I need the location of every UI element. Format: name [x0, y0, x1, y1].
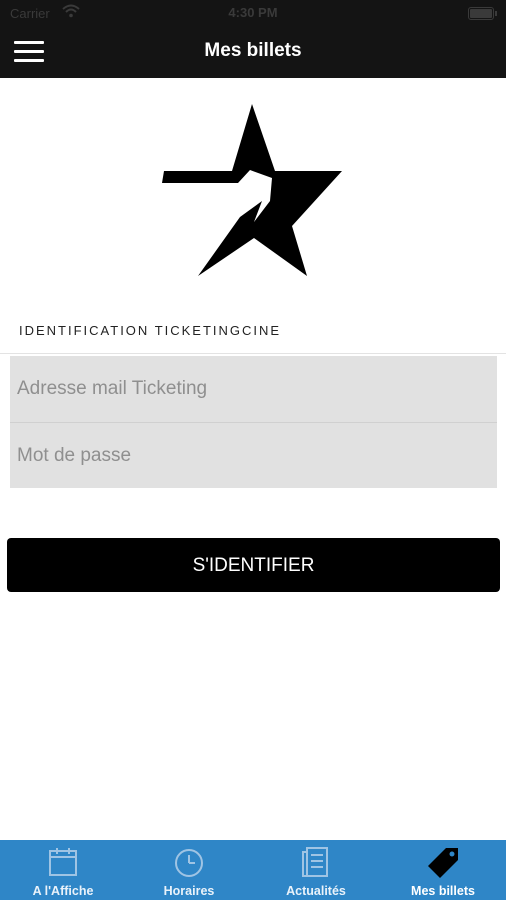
status-bar: Carrier 4:30 PM: [0, 0, 506, 26]
tab-label: A l'Affiche: [32, 884, 94, 898]
tab-mes-billets[interactable]: Mes billets: [380, 840, 506, 900]
page-title: Mes billets: [204, 40, 302, 61]
tab-horaires[interactable]: Horaires: [126, 840, 252, 900]
clock-time: 4:30 PM: [228, 5, 278, 20]
divider: [0, 353, 506, 354]
tab-a-l-affiche[interactable]: A l'Affiche: [0, 840, 126, 900]
tab-label: Mes billets: [411, 884, 475, 898]
tab-actualites[interactable]: Actualités: [253, 840, 379, 900]
email-input[interactable]: [10, 356, 497, 422]
tab-label: Actualités: [286, 884, 346, 898]
tab-label: Horaires: [163, 884, 215, 898]
cinema-star-logo: [162, 104, 342, 276]
login-button[interactable]: S'IDENTIFIER: [7, 538, 500, 592]
bottom-tab-bar: A l'Affiche Horaires Actualités Mes bill…: [0, 840, 506, 900]
login-section-label: IDENTIFICATION TICKETINGCINE: [19, 323, 282, 338]
password-input[interactable]: [10, 422, 497, 488]
ticket-tag-icon: [428, 848, 458, 878]
news-icon: [302, 847, 328, 877]
top-navigation-bar: Carrier 4:30 PM Mes billets: [0, 0, 506, 78]
battery-icon: [468, 7, 497, 20]
clock-icon: [175, 849, 203, 877]
calendar-icon: [49, 848, 77, 876]
